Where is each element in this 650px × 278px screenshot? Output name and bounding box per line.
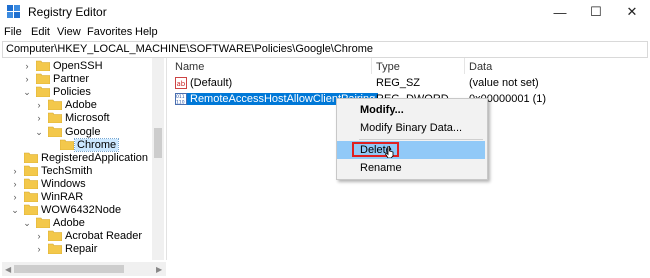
tree-vertical-scroll-thumb[interactable]	[154, 128, 162, 158]
svg-text:011: 011	[176, 94, 185, 100]
registry-tree: › OpenSSH › Partner ⌄ Policies › Adobe › Microsof…	[2, 58, 167, 260]
folder-icon	[36, 217, 50, 229]
hand-cursor-icon	[385, 146, 394, 158]
context-modify[interactable]: Modify...	[337, 101, 485, 119]
collapse-chevron-icon[interactable]: ⌄	[10, 205, 20, 215]
registry-editor-icon	[7, 5, 20, 18]
expand-chevron-icon[interactable]: ›	[10, 192, 20, 202]
expand-chevron-icon[interactable]: ›	[34, 100, 44, 110]
menu-favorites[interactable]: Favorites	[87, 26, 132, 38]
string-value-icon: ab	[175, 77, 187, 89]
context-menu: Modify... Modify Binary Data... Delete R…	[336, 98, 488, 180]
scroll-right-icon[interactable]: ▶	[156, 265, 162, 274]
folder-icon	[24, 191, 38, 202]
address-path: Computer\HKEY_LOCAL_MACHINE\SOFTWARE\Pol…	[6, 43, 373, 55]
context-modify-binary-label: Modify Binary Data...	[360, 122, 463, 134]
folder-open-icon	[60, 139, 74, 150]
context-delete[interactable]: Delete	[337, 141, 485, 159]
minimize-button[interactable]: —	[542, 0, 578, 24]
scroll-left-icon[interactable]: ◀	[5, 265, 11, 274]
menu-bar: File Edit View Favorites Help	[0, 24, 650, 40]
context-rename-label: Rename	[360, 162, 402, 174]
column-divider[interactable]	[464, 58, 465, 74]
title-bar: Registry Editor — ☐ ✕	[0, 0, 650, 24]
folder-icon	[24, 165, 38, 176]
expand-chevron-icon[interactable]: ›	[34, 231, 44, 241]
menu-view[interactable]: View	[57, 26, 81, 38]
close-button[interactable]: ✕	[614, 0, 650, 24]
maximize-button[interactable]: ☐	[578, 0, 614, 24]
context-modify-label: Modify...	[360, 104, 404, 116]
expand-chevron-icon[interactable]: ›	[22, 74, 32, 84]
menu-help[interactable]: Help	[135, 26, 158, 38]
svg-text:110: 110	[176, 100, 185, 106]
folder-icon	[48, 126, 62, 137]
folder-icon	[48, 244, 62, 255]
tree-horizontal-scroll-thumb[interactable]	[14, 265, 124, 273]
svg-text:ab: ab	[177, 80, 186, 88]
tree-vertical-scrollbar[interactable]	[152, 58, 164, 260]
menu-file[interactable]: File	[4, 26, 22, 38]
window-title: Registry Editor	[28, 5, 107, 19]
tree-item-label: Repair	[65, 243, 98, 256]
binary-value-icon: 011 110	[175, 93, 187, 105]
collapse-chevron-icon[interactable]: ⌄	[34, 127, 44, 137]
folder-icon	[36, 73, 50, 85]
column-divider[interactable]	[371, 58, 372, 74]
address-bar[interactable]: Computer\HKEY_LOCAL_MACHINE\SOFTWARE\Pol…	[2, 41, 648, 58]
folder-icon	[24, 204, 38, 216]
context-rename[interactable]: Rename	[337, 159, 485, 177]
folder-icon	[48, 230, 62, 242]
folder-icon	[48, 113, 62, 124]
folder-icon	[36, 86, 50, 98]
expand-chevron-icon[interactable]: ›	[34, 244, 44, 254]
expand-chevron-icon[interactable]: ›	[34, 113, 44, 123]
context-separator	[359, 139, 483, 140]
expand-chevron-icon[interactable]: ›	[10, 179, 20, 189]
folder-icon	[48, 99, 62, 111]
collapse-chevron-icon[interactable]: ⌄	[22, 218, 32, 228]
value-name: (Default)	[190, 77, 233, 89]
value-data: (value not set)	[469, 77, 539, 89]
menu-edit[interactable]: Edit	[31, 26, 50, 38]
folder-icon	[24, 178, 38, 189]
expand-chevron-icon[interactable]: ›	[22, 61, 32, 71]
tree-item-repair[interactable]: › Repair	[2, 241, 154, 257]
value-type: REG_SZ	[376, 77, 421, 89]
expand-chevron-icon[interactable]: ›	[10, 166, 20, 176]
context-modify-binary[interactable]: Modify Binary Data...	[337, 119, 485, 137]
collapse-chevron-icon[interactable]: ⌄	[22, 87, 32, 97]
folder-icon	[24, 152, 38, 163]
value-row-default[interactable]: ab (Default) REG_SZ (value not set)	[171, 75, 641, 91]
folder-icon	[36, 60, 50, 71]
